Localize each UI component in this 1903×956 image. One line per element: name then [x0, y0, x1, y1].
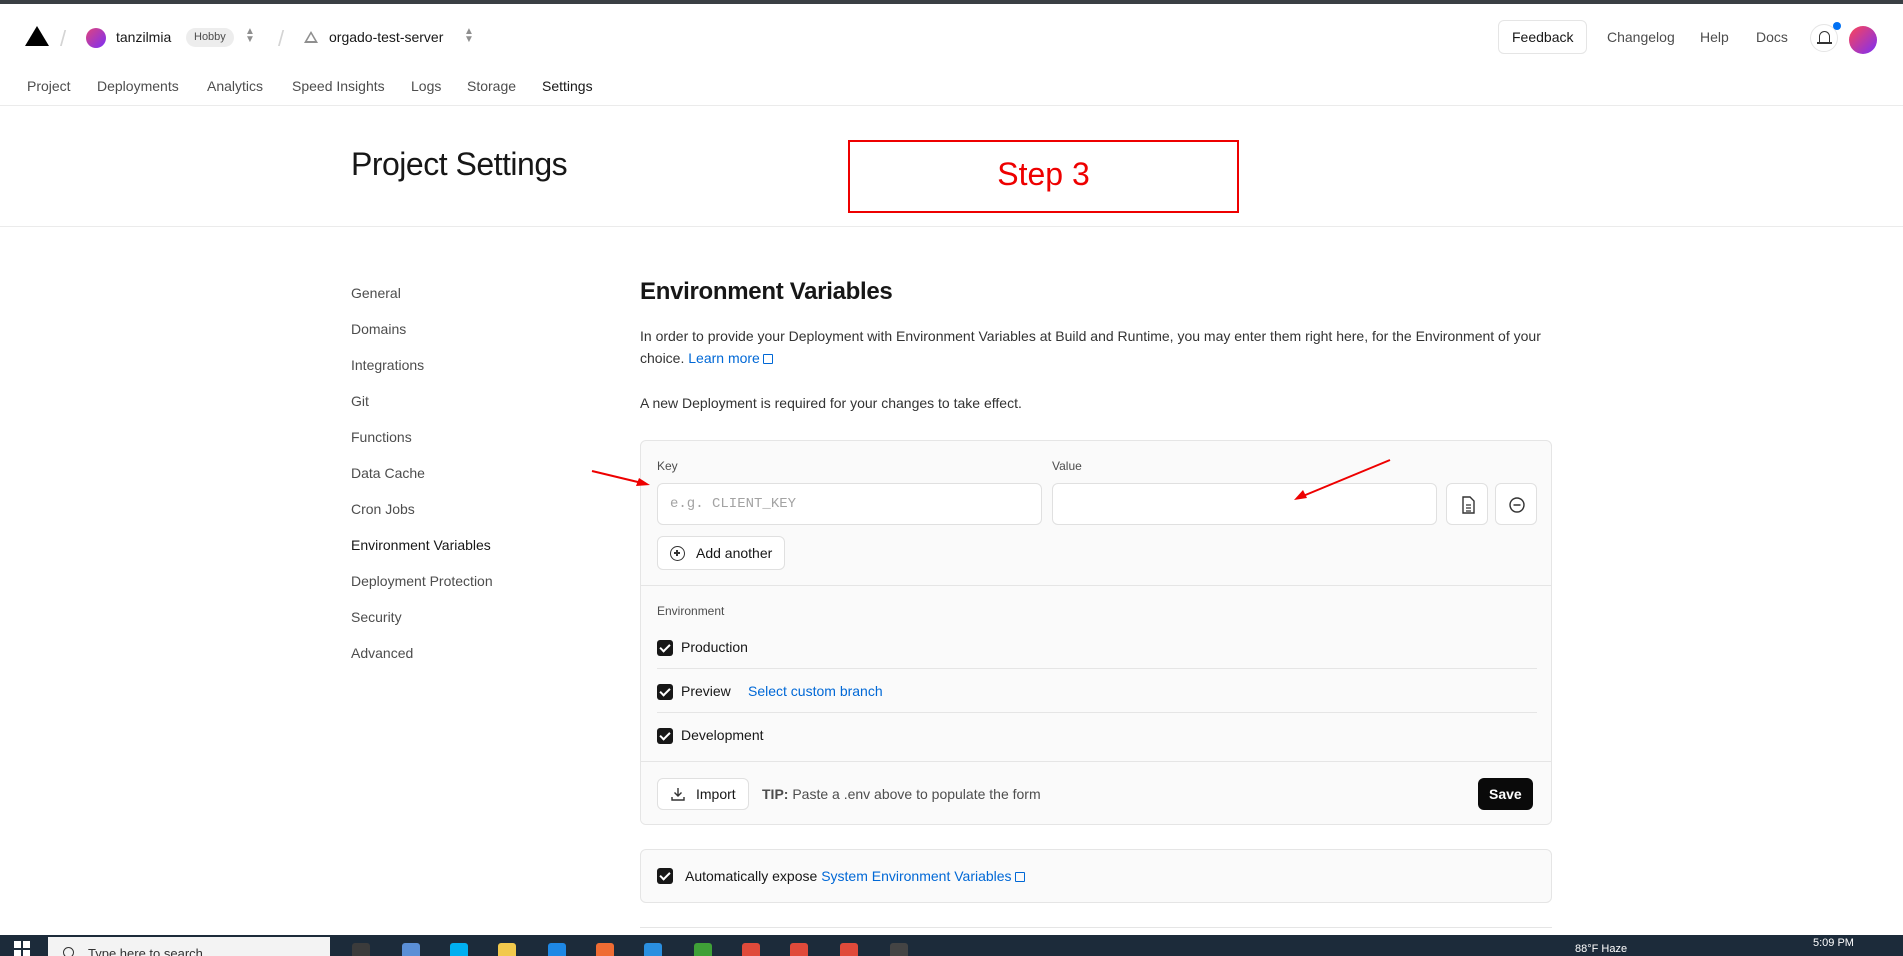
description-text: In order to provide your Deployment with… [640, 328, 1541, 366]
app-icon[interactable] [402, 943, 420, 956]
document-icon [1462, 496, 1475, 514]
chrome-icon[interactable] [742, 943, 760, 956]
minus-circle-icon [1509, 497, 1525, 513]
sidebar-item-data-cache[interactable]: Data Cache [351, 465, 425, 481]
clock-time[interactable]: 5:09 PM [1813, 937, 1854, 949]
tip-text: TIP: Paste a .env above to populate the … [762, 786, 1041, 802]
terminal-icon[interactable] [890, 943, 908, 956]
search-icon [63, 947, 74, 956]
value-label: Value [1052, 459, 1082, 473]
windows-start-icon[interactable] [14, 941, 30, 956]
auto-expose-text: Automatically expose System Environment … [685, 868, 1025, 884]
feedback-button[interactable]: Feedback [1498, 20, 1588, 54]
sidebar-item-deployment-protection[interactable]: Deployment Protection [351, 573, 493, 589]
form-footer: Import TIP: Paste a .env above to popula… [641, 761, 1551, 824]
step-annotation-text: Step 3 [997, 156, 1090, 192]
team-name[interactable]: tanzilmia [116, 29, 171, 45]
system-env-vars-link[interactable]: System Environment Variables [821, 868, 1025, 884]
add-another-button[interactable]: Add another [657, 536, 786, 570]
separator: / [278, 26, 285, 51]
task-view-icon[interactable] [352, 943, 370, 956]
env-row-production: Production [657, 625, 1537, 669]
production-checkbox[interactable] [657, 640, 673, 656]
changelog-link[interactable]: Changelog [1607, 29, 1675, 45]
tab-project[interactable]: Project [27, 78, 71, 94]
env-var-form: Key Value Add another Environment Produc… [640, 440, 1552, 825]
tab-storage[interactable]: Storage [467, 78, 516, 94]
team-switcher-chevron-icon[interactable]: ▲ ▼ [245, 27, 255, 45]
postman-icon[interactable] [596, 943, 614, 956]
system-env-vars-card: Automatically expose System Environment … [640, 849, 1552, 903]
vercel-logo-icon[interactable] [25, 26, 49, 46]
sidebar-item-cron-jobs[interactable]: Cron Jobs [351, 501, 415, 517]
tab-settings[interactable]: Settings [542, 78, 593, 94]
page-title-band: Project Settings Step 3 [0, 106, 1903, 227]
docs-link[interactable]: Docs [1756, 29, 1788, 45]
preview-checkbox[interactable] [657, 684, 673, 700]
tab-speed-insights[interactable]: Speed Insights [292, 78, 385, 94]
sidebar-item-git[interactable]: Git [351, 393, 369, 409]
app-icon[interactable] [548, 943, 566, 956]
remove-row-button[interactable] [1495, 483, 1537, 525]
windows-taskbar: Type here to search 88°F Haze 5:09 PM [0, 935, 1903, 956]
tab-logs[interactable]: Logs [411, 78, 441, 94]
separator: / [60, 26, 67, 51]
file-upload-button[interactable] [1446, 483, 1488, 525]
project-name[interactable]: orgado-test-server [329, 29, 443, 45]
project-switcher-chevron-icon[interactable]: ▲ ▼ [464, 27, 474, 45]
preview-label: Preview [681, 683, 731, 699]
taskbar-search[interactable]: Type here to search [48, 937, 330, 956]
env-row-preview: Preview Select custom branch [657, 669, 1537, 713]
project-triangle-icon [304, 31, 318, 43]
step-annotation-box: Step 3 [848, 140, 1239, 213]
plan-badge: Hobby [186, 28, 234, 47]
sidebar-item-security[interactable]: Security [351, 609, 402, 625]
sidebar-item-functions[interactable]: Functions [351, 429, 412, 445]
auto-expose-checkbox[interactable] [657, 868, 673, 884]
download-icon [671, 788, 685, 801]
section-title: Environment Variables [640, 278, 893, 305]
file-explorer-icon[interactable] [498, 943, 516, 956]
top-header: / tanzilmia Hobby ▲ ▼ / orgado-test-serve… [0, 4, 1903, 108]
sidebar-item-domains[interactable]: Domains [351, 321, 406, 337]
notifications-bell-icon[interactable] [1810, 22, 1841, 52]
select-custom-branch-link[interactable]: Select custom branch [748, 683, 883, 699]
development-checkbox[interactable] [657, 728, 673, 744]
sidebar-item-integrations[interactable]: Integrations [351, 357, 424, 373]
development-label: Development [681, 727, 764, 743]
taskbar-search-placeholder: Type here to search [88, 946, 203, 956]
save-button[interactable]: Save [1478, 778, 1533, 810]
environment-section: Environment Production Preview Select cu… [641, 585, 1551, 761]
team-avatar[interactable] [86, 28, 106, 48]
sidebar-item-general[interactable]: General [351, 285, 401, 301]
notification-dot [1833, 22, 1841, 30]
mongodb-icon[interactable] [694, 943, 712, 956]
section-description: In order to provide your Deployment with… [640, 325, 1560, 369]
sidebar-item-environment-variables[interactable]: Environment Variables [351, 537, 491, 553]
weather-text[interactable]: 88°F Haze [1575, 943, 1627, 955]
plus-circle-icon [670, 546, 685, 561]
production-label: Production [681, 639, 748, 655]
divider [640, 927, 1552, 928]
key-label: Key [657, 459, 678, 473]
sidebar-item-advanced[interactable]: Advanced [351, 645, 413, 661]
tab-deployments[interactable]: Deployments [97, 78, 179, 94]
key-input[interactable] [657, 483, 1042, 525]
value-input[interactable] [1052, 483, 1437, 525]
environment-label: Environment [657, 604, 725, 618]
chrome-icon[interactable] [840, 943, 858, 956]
redeploy-notice: A new Deployment is required for your ch… [640, 395, 1022, 411]
chrome-icon[interactable] [790, 943, 808, 956]
external-link-icon [762, 354, 773, 364]
page-title: Project Settings [351, 146, 568, 182]
skype-icon[interactable] [450, 943, 468, 956]
env-row-development: Development [657, 713, 1537, 757]
tab-analytics[interactable]: Analytics [207, 78, 263, 94]
help-link[interactable]: Help [1700, 29, 1729, 45]
import-button[interactable]: Import [657, 778, 749, 810]
user-avatar[interactable] [1849, 26, 1877, 54]
vscode-icon[interactable] [644, 943, 662, 956]
learn-more-link[interactable]: Learn more [688, 350, 773, 366]
external-link-icon [1014, 872, 1025, 882]
